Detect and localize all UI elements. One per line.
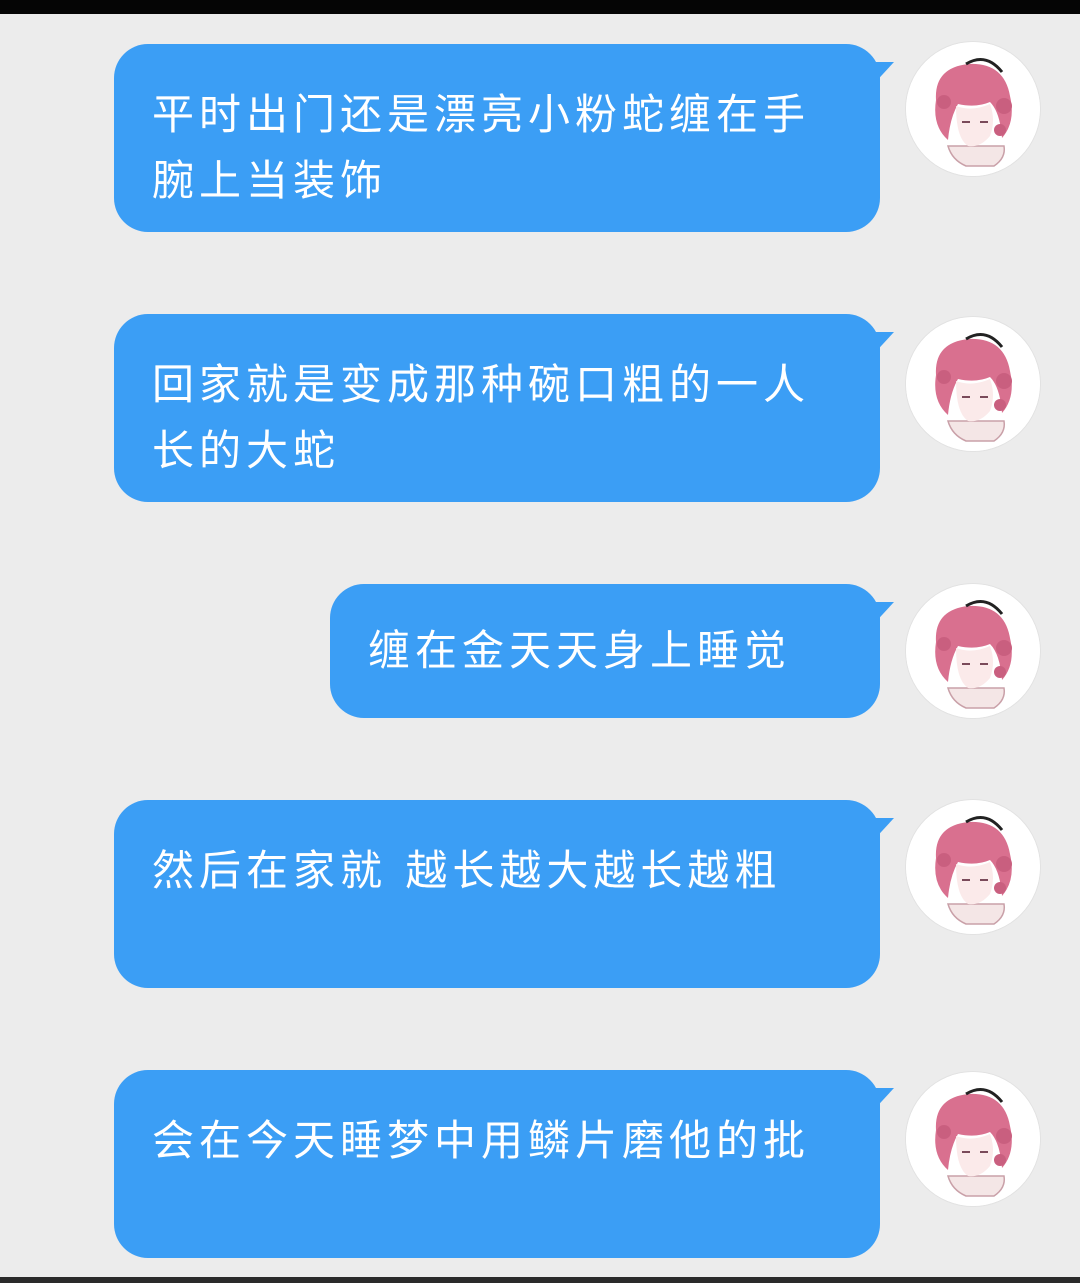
message-text: 然后在家就 越长越大越长越粗 (152, 846, 782, 895)
avatar[interactable] (906, 1072, 1040, 1206)
avatar[interactable] (906, 584, 1040, 718)
message-text: 平时出门还是漂亮小粉蛇缠在手腕上当装饰 (152, 90, 811, 205)
pink-hair-avatar-icon (906, 800, 1040, 934)
message-bubble[interactable]: 会在今天睡梦中用鳞片磨他的批 (114, 1070, 894, 1258)
pink-hair-avatar-icon (906, 317, 1040, 451)
bottom-edge (0, 1277, 1080, 1283)
message-bubble[interactable]: 回家就是变成那种碗口粗的一人长的大蛇 (114, 314, 894, 502)
avatar[interactable] (906, 317, 1040, 451)
message-bubble[interactable]: 平时出门还是漂亮小粉蛇缠在手腕上当装饰 (114, 44, 894, 232)
message-text: 回家就是变成那种碗口粗的一人长的大蛇 (152, 360, 811, 475)
message-bubble[interactable]: 然后在家就 越长越大越长越粗 (114, 800, 894, 988)
message-text: 会在今天睡梦中用鳞片磨他的批 (152, 1116, 811, 1165)
pink-hair-avatar-icon (906, 584, 1040, 718)
message-bubble[interactable]: 缠在金天天身上睡觉 (330, 584, 894, 718)
message-text: 缠在金天天身上睡觉 (368, 626, 792, 675)
status-bar (0, 0, 1080, 14)
pink-hair-avatar-icon (906, 42, 1040, 176)
pink-hair-avatar-icon (906, 1072, 1040, 1206)
avatar[interactable] (906, 800, 1040, 934)
avatar[interactable] (906, 42, 1040, 176)
